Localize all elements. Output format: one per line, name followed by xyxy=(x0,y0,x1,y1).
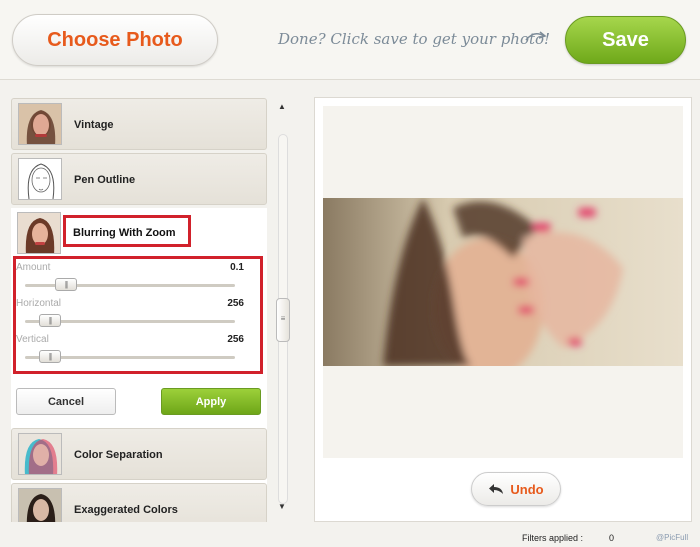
filter-label: Exaggerated Colors xyxy=(74,504,178,516)
undo-arrow-icon xyxy=(489,484,504,494)
filter-list: Vintage Pen Outline Blurring With Zoom A… xyxy=(10,98,268,522)
exaggerated-colors-thumbnail xyxy=(18,488,62,522)
filters-applied-label: Filters applied : xyxy=(522,533,584,543)
top-toolbar: Choose Photo Done? Click save to get you… xyxy=(0,0,700,80)
undo-button[interactable]: Undo xyxy=(471,472,561,506)
apply-button[interactable]: Apply xyxy=(161,388,261,415)
amount-slider-handle[interactable]: || xyxy=(55,278,77,291)
horizontal-slider-handle[interactable]: || xyxy=(39,314,61,327)
undo-label: Undo xyxy=(510,481,544,497)
scroll-thumb[interactable]: ≡ xyxy=(276,298,290,342)
filter-item-pen-outline[interactable]: Pen Outline xyxy=(11,153,267,205)
scroll-down-icon[interactable]: ▼ xyxy=(278,502,286,511)
blur-zoom-thumbnail xyxy=(17,212,61,254)
save-hint: Done? Click save to get your photo! xyxy=(278,30,551,48)
vertical-value: 256 xyxy=(227,334,244,345)
amount-label: Amount xyxy=(16,262,51,273)
color-separation-thumbnail xyxy=(18,433,62,475)
photo-preview-panel: Undo xyxy=(314,97,692,522)
preview-photo xyxy=(323,198,683,366)
photo-canvas xyxy=(323,106,683,458)
save-button[interactable]: Save xyxy=(565,16,686,64)
filter-item-color-separation[interactable]: Color Separation xyxy=(11,428,267,480)
filter-label: Blurring With Zoom xyxy=(73,227,176,239)
horizontal-label: Horizontal xyxy=(16,298,62,309)
scroll-up-icon[interactable]: ▲ xyxy=(278,102,286,111)
status-bar: Filters applied : 0 @PicFull xyxy=(0,527,700,547)
vertical-slider-handle[interactable]: || xyxy=(39,350,61,363)
choose-photo-button[interactable]: Choose Photo xyxy=(12,14,218,66)
vertical-label: Vertical xyxy=(16,334,49,345)
curved-arrow-icon xyxy=(525,31,547,41)
filter-item-vintage[interactable]: Vintage xyxy=(11,98,267,150)
filter-label: Color Separation xyxy=(74,449,163,461)
cancel-button[interactable]: Cancel xyxy=(16,388,116,415)
amount-value: 0.1 xyxy=(230,262,244,273)
filter-list-scrollbar[interactable]: ▲ ≡ ▼ xyxy=(274,98,294,522)
horizontal-value: 256 xyxy=(227,298,244,309)
filter-label: Pen Outline xyxy=(74,174,136,186)
filters-applied-count: 0 xyxy=(609,533,615,543)
vintage-thumbnail xyxy=(18,103,62,145)
brand-link[interactable]: @PicFull xyxy=(656,533,688,542)
filter-item-exaggerated-colors[interactable]: Exaggerated Colors xyxy=(11,483,267,522)
pen-outline-thumbnail xyxy=(18,158,62,200)
filter-label: Vintage xyxy=(74,119,114,131)
